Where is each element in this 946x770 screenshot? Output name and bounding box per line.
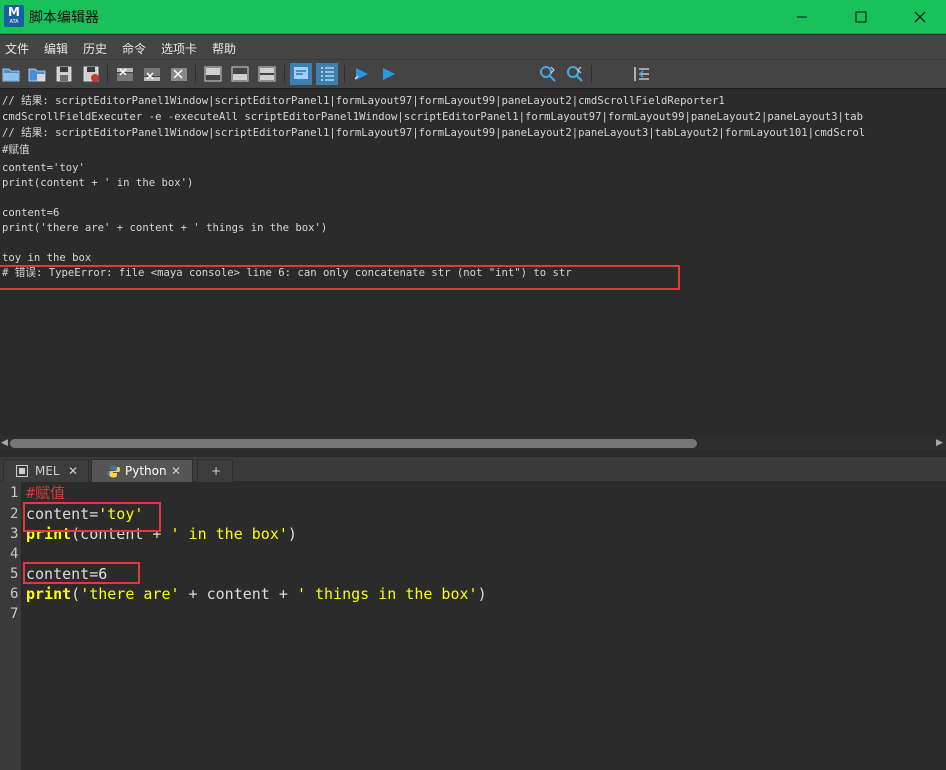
toolbar-separator [195,65,196,83]
show-input-only-icon[interactable] [230,64,250,84]
menu-tabs[interactable]: 选项卡 [161,40,197,57]
search-next-icon[interactable] [538,64,558,84]
menu-help[interactable]: 帮助 [212,40,236,57]
output-line: print('there are' + content + ' things i… [2,222,328,234]
toolbar [0,60,946,142]
execute-all-icon[interactable] [352,64,372,84]
minimize-button[interactable] [779,0,825,34]
search-previous-icon[interactable] [565,64,585,84]
new-tab-label: + [211,464,222,478]
python-tab-icon [107,465,120,478]
show-line-numbers-icon[interactable] [316,63,338,85]
mel-tab-icon [16,465,28,477]
tab-mel-label: MEL [35,464,60,478]
tab-python-close-icon[interactable]: ✕ [171,464,181,478]
output-line: content='toy' [2,162,85,174]
code-line-6: print('there are' + content + ' things i… [26,584,487,604]
code-token: #赋值 [26,484,66,502]
save-script-to-shelf-icon[interactable] [81,64,101,84]
echo-all-commands-icon[interactable] [290,63,312,85]
menu-bar: 文件 编辑 历史 命令 选项卡 帮助 [0,35,946,60]
code-token: print [26,585,72,603]
code-token: + content + [179,585,297,603]
clear-history-icon[interactable] [115,64,135,84]
line-number-gutter: 1 2 3 4 5 6 7 [0,482,22,770]
history-output-panel[interactable]: // 结果: scriptEditorPanel1Window|scriptEd… [0,88,946,436]
line-number: 6 [10,586,19,602]
show-history-only-icon[interactable] [203,64,223,84]
code-token: ' things in the box' [296,585,478,603]
line-number: 5 [10,566,19,582]
menu-command[interactable]: 命令 [122,40,146,57]
output-line: // 结果: scriptEditorPanel1Window|scriptEd… [2,95,725,107]
output-line: content=6 [2,207,60,219]
output-line: cmdScrollFieldExecuter -e -executeAll sc… [2,111,864,123]
code-line-1: #赋值 [26,483,65,503]
output-line: // 结果: scriptEditorPanel1Window|scriptEd… [2,127,866,139]
source-script-icon[interactable] [27,64,47,84]
maximize-icon [855,11,867,23]
output-line: toy in the box [2,252,92,264]
execute-selected-icon[interactable] [379,64,399,84]
error-highlight-box [0,265,680,290]
window-title: 脚本编辑器 [29,10,99,26]
code-token: ( [71,585,81,603]
script-tab-bar: MEL ✕ Python ✕ + [0,457,946,482]
menu-file[interactable]: 文件 [5,40,29,57]
go-to-line-icon[interactable] [632,64,652,84]
tab-python[interactable]: Python ✕ [91,459,193,482]
script-editor-window: M ATA 脚本编辑器 文件 编辑 历史 命令 选项卡 帮助 // 结果: sc… [0,0,946,770]
line-number: 3 [10,526,19,542]
close-button[interactable] [897,0,943,34]
new-tab-button[interactable]: + [197,459,233,482]
line-number: 2 [10,506,19,522]
tab-python-label: Python [125,464,167,478]
menu-history[interactable]: 历史 [83,40,107,57]
maya-app-icon: M ATA [4,5,24,27]
title-bar: M ATA 脚本编辑器 [0,0,946,34]
output-line: print(content + ' in the box') [2,177,194,189]
clear-all-icon[interactable] [169,64,189,84]
line-number: 4 [10,546,19,562]
output-line: #赋值 [2,144,30,156]
toolbar-separator [344,65,345,83]
code-token: ) [287,525,297,543]
tab-mel-close-icon[interactable]: ✕ [68,464,78,478]
code-token: 'there are' [80,585,180,603]
toolbar-separator [107,65,108,83]
annotation-box-line-5 [23,562,140,584]
menu-edit[interactable]: 编辑 [44,40,68,57]
show-both-icon[interactable] [257,64,277,84]
clear-input-icon[interactable] [142,64,162,84]
toolbar-separator [591,65,592,83]
close-icon [914,11,926,23]
minimize-icon [797,16,807,18]
scrollbar-thumb[interactable] [10,439,697,448]
annotation-box-line-2 [23,502,161,532]
tab-mel[interactable]: MEL ✕ [3,459,89,482]
open-script-icon[interactable] [1,64,21,84]
save-script-icon[interactable] [54,64,74,84]
code-token: ) [477,585,487,603]
maximize-button[interactable] [838,0,884,34]
line-number: 1 [10,485,19,501]
toolbar-separator [284,65,285,83]
code-token: ' in the box' [170,525,288,543]
line-number: 7 [10,606,19,622]
python-code-editor[interactable]: #赋值 content='toy' print(content + ' in t… [23,482,946,770]
scroll-right-arrow-icon[interactable]: ▶ [936,438,944,448]
scroll-left-arrow-icon[interactable]: ◀ [1,438,9,448]
